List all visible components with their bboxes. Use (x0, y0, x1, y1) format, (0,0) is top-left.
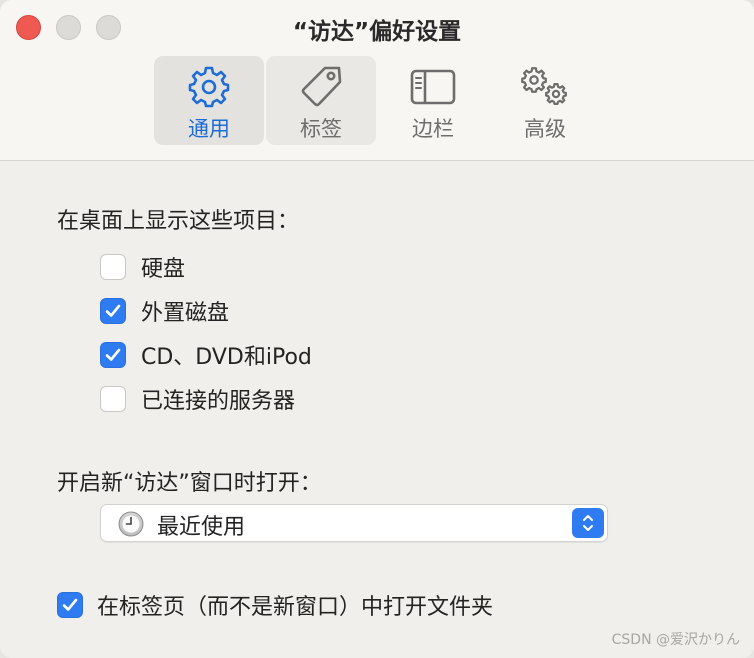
chevron-up-down-icon (583, 515, 593, 531)
option-connected-servers[interactable]: 已连接的服务器 (100, 383, 295, 415)
tab-advanced[interactable]: 高级 (490, 56, 600, 145)
checkbox[interactable] (100, 386, 126, 412)
checkmark-icon (105, 348, 121, 361)
option-label: 已连接的服务器 (141, 389, 296, 414)
preferences-window: “访达”偏好设置 通用 标签 边栏 高级 在桌面上显示这些项目： 硬盘 外置磁盘… (0, 0, 754, 658)
checkbox[interactable] (100, 298, 126, 324)
option-label: 硬盘 (141, 257, 186, 282)
gear-icon (187, 65, 231, 109)
popup-value: 最近使用 (157, 515, 246, 540)
clock-icon (118, 511, 144, 537)
window-title: “访达”偏好设置 (292, 19, 462, 45)
new-window-label: 开启新“访达”窗口时打开： (57, 471, 322, 496)
tab-label: 通用 (188, 117, 230, 141)
new-window-target-popup[interactable]: 最近使用 (100, 504, 608, 542)
checkmark-icon (105, 304, 121, 317)
toolbar: “访达”偏好设置 通用 标签 边栏 高级 (0, 0, 754, 161)
option-label: 在标签页（而不是新窗口）中打开文件夹 (97, 595, 494, 620)
gears-icon (517, 65, 573, 109)
option-label: 外置磁盘 (141, 301, 230, 326)
sidebar-icon (409, 65, 457, 109)
option-label: CD、DVD和iPod (141, 345, 312, 370)
checkbox[interactable] (100, 254, 126, 280)
tab-sidebar[interactable]: 边栏 (378, 56, 488, 145)
tab-label: 高级 (524, 117, 566, 141)
tab-general[interactable]: 通用 (154, 56, 264, 145)
option-hard-disks[interactable]: 硬盘 (100, 251, 185, 283)
option-external-disks[interactable]: 外置磁盘 (100, 295, 229, 327)
checkmark-icon (62, 598, 78, 611)
tab-label: 标签 (300, 117, 342, 141)
tab-tags[interactable]: 标签 (266, 56, 376, 145)
checkbox[interactable] (100, 342, 126, 368)
watermark: CSDN @爱沢かりん (611, 632, 740, 648)
tag-icon (298, 65, 344, 109)
general-pane: 在桌面上显示这些项目： 硬盘 外置磁盘 CD、DVD和iPod 已连接的服务器 … (0, 161, 754, 658)
option-cds-dvds-ipods[interactable]: CD、DVD和iPod (100, 339, 312, 371)
desktop-items-label: 在桌面上显示这些项目： (57, 209, 300, 234)
option-open-in-tabs[interactable]: 在标签页（而不是新窗口）中打开文件夹 (57, 589, 493, 621)
popup-stepper[interactable] (572, 508, 604, 538)
checkbox[interactable] (57, 592, 83, 618)
tab-label: 边栏 (412, 117, 454, 141)
